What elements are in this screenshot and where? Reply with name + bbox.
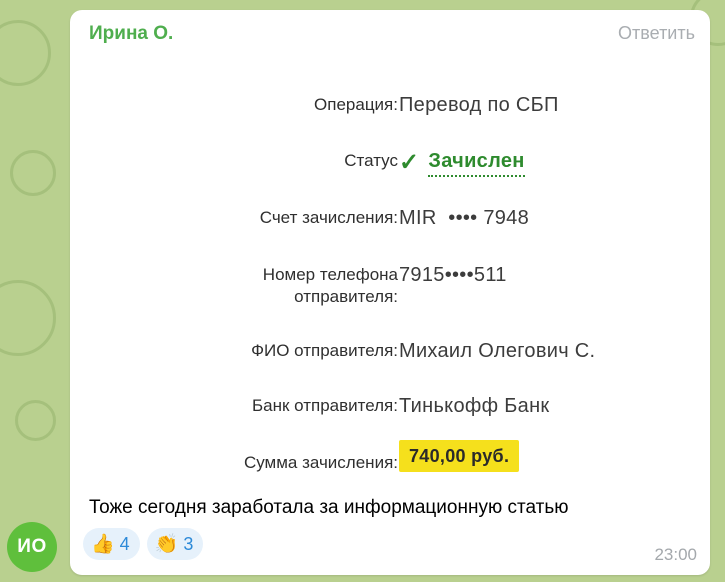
check-icon: ✓	[399, 148, 420, 176]
account-value: MIR •••• 7948	[399, 207, 530, 229]
amount-label: Сумма зачисления:	[243, 453, 398, 472]
clapping-hands-icon: 👏	[154, 533, 179, 555]
reactions-bar: 👍 4 👏 3	[83, 528, 204, 560]
reaction-clapping[interactable]: 👏 3	[146, 528, 204, 560]
reply-button[interactable]: Ответить	[618, 23, 695, 44]
status-text: Зачислен	[428, 148, 525, 177]
sender-name-label: ФИО отправителя:	[251, 341, 398, 360]
sender-avatar[interactable]: ИО	[7, 522, 57, 572]
status-label: Статус	[344, 151, 398, 170]
message-caption: Тоже сегодня заработала за информационну…	[89, 497, 569, 518]
sender-name-value: Михаил Олегович С.	[399, 340, 596, 362]
reaction-count: 3	[183, 533, 194, 554]
phone-value: 7915••••511	[399, 264, 507, 286]
wallpaper-doodle	[10, 150, 56, 196]
bank-label: Банк отправителя:	[251, 396, 398, 415]
account-label: Счет зачисления:	[259, 208, 398, 227]
phone-label-line1: Номер телефона	[262, 265, 398, 284]
amount-value: 740,00 руб.	[399, 440, 520, 472]
phone-label: Номер телефона отправителя:	[263, 264, 398, 308]
amount-highlight: 740,00 руб.	[399, 440, 520, 472]
operation-label: Операция:	[314, 95, 398, 114]
reaction-count: 4	[119, 533, 130, 554]
message-bubble[interactable]: Ирина О. Ответить Операция: Перевод по С…	[70, 10, 710, 575]
reaction-thumbs-up[interactable]: 👍 4	[83, 528, 140, 560]
message-time: 23:00	[654, 545, 697, 564]
thumbs-up-icon: 👍	[91, 533, 115, 555]
receipt-image[interactable]: Операция: Перевод по СБП Статус ✓ Зачисл…	[90, 58, 690, 488]
wallpaper-doodle	[15, 400, 56, 441]
bank-value: Тинькофф Банк	[399, 395, 550, 417]
status-value: ✓ Зачислен	[399, 148, 525, 177]
phone-label-line2: отправителя:	[294, 287, 398, 306]
operation-value: Перевод по СБП	[399, 94, 559, 116]
sender-name[interactable]: Ирина О.	[89, 23, 173, 45]
wallpaper-doodle	[0, 20, 51, 86]
wallpaper-doodle	[0, 280, 56, 356]
avatar-initials: ИО	[17, 536, 47, 557]
